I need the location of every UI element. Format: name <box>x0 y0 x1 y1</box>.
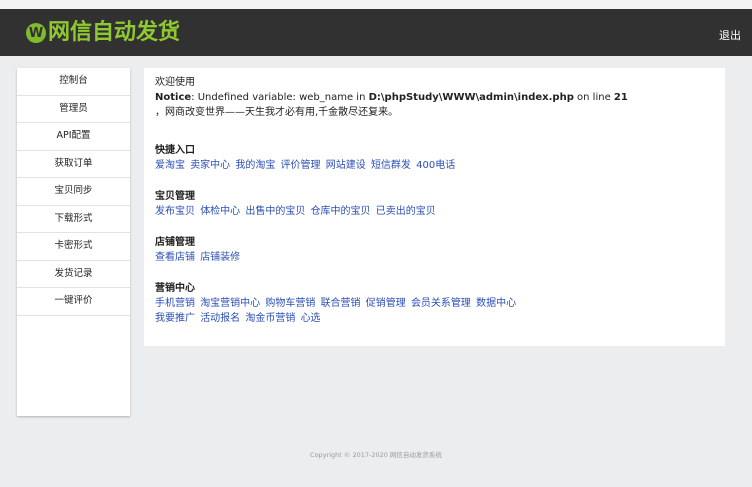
section-title: 宝贝管理 <box>155 191 195 202</box>
sidebar-item-api-config[interactable]: API配置 <box>17 123 130 151</box>
php-notice: Notice: Undefined variable: web_name in … <box>155 90 725 105</box>
link-promote[interactable]: 我要推广 <box>155 313 195 324</box>
section-quick-entry: 快捷入口 爱淘宝 卖家中心 我的淘宝 评价管理 网站建设 短信群发 400电话 <box>155 143 725 173</box>
link-taobao-marketing[interactable]: 淘宝营销中心 <box>200 298 260 309</box>
link-cart-marketing[interactable]: 购物车营销 <box>265 298 315 309</box>
link-health-center[interactable]: 体检中心 <box>200 206 240 217</box>
copyright-footer: Copyright © 2017-2020 网信自动发货系统 <box>310 451 442 459</box>
notice-path: D:\phpStudy\WWW\admin\index.php <box>368 92 574 103</box>
sidebar-item-fetch-orders[interactable]: 获取订单 <box>17 151 130 178</box>
sidebar: 控制台 管理员 API配置 获取订单 宝贝同步 下载形式 卡密形式 发货记录 一… <box>17 68 130 416</box>
section-item-manage: 宝贝管理 发布宝贝 体检中心 出售中的宝贝 仓库中的宝贝 已卖出的宝贝 <box>155 189 725 219</box>
sidebar-item-console[interactable]: 控制台 <box>17 68 130 96</box>
logout-link[interactable]: 退出 <box>719 27 741 43</box>
sidebar-item-one-click-review[interactable]: 一键评价 <box>17 288 130 316</box>
section-title: 店铺管理 <box>155 237 195 248</box>
welcome-text: 欢迎使用 <box>155 77 195 88</box>
link-taojinbi[interactable]: 淘金币营销 <box>245 313 295 324</box>
notice-line-number: 21 <box>613 92 628 103</box>
link-data-center[interactable]: 数据中心 <box>476 298 516 309</box>
logo-icon: W <box>26 23 46 43</box>
link-event-signup[interactable]: 活动报名 <box>200 313 240 324</box>
link-shop-decor[interactable]: 店铺装修 <box>200 252 240 263</box>
section-marketing: 营销中心 手机营销 淘宝营销中心 购物车营销 联合营销 促销管理 会员关系管理 … <box>155 281 725 326</box>
link-my-taobao[interactable]: 我的淘宝 <box>235 160 275 171</box>
slogan: ，网商改变世界——天生我才必有用,千金散尽还复来。 <box>155 107 399 118</box>
section-shop-manage: 店铺管理 查看店铺 店铺装修 <box>155 235 725 265</box>
site-title: 网信自动发货 <box>48 20 181 45</box>
link-seller-center[interactable]: 卖家中心 <box>190 160 230 171</box>
main-panel: 欢迎使用 Notice: Undefined variable: web_nam… <box>144 68 725 346</box>
link-view-shop[interactable]: 查看店铺 <box>155 252 195 263</box>
sidebar-item-item-sync[interactable]: 宝贝同步 <box>17 178 130 206</box>
notice-line-text: on line <box>573 92 614 103</box>
sidebar-item-admin[interactable]: 管理员 <box>17 96 130 123</box>
link-mobile-marketing[interactable]: 手机营销 <box>155 298 195 309</box>
link-review-manage[interactable]: 评价管理 <box>281 160 321 171</box>
link-publish-item[interactable]: 发布宝贝 <box>155 206 195 217</box>
header-bar: W 网信自动发货 退出 <box>0 9 752 56</box>
sidebar-item-card-mode[interactable]: 卡密形式 <box>17 233 130 261</box>
link-sms[interactable]: 短信群发 <box>371 160 411 171</box>
link-promotion[interactable]: 促销管理 <box>366 298 406 309</box>
link-in-warehouse[interactable]: 仓库中的宝贝 <box>311 206 371 217</box>
logo[interactable]: W 网信自动发货 <box>26 21 180 45</box>
sidebar-item-download-mode[interactable]: 下载形式 <box>17 206 130 233</box>
link-sold[interactable]: 已卖出的宝贝 <box>376 206 436 217</box>
notice-text: : Undefined variable: web_name in <box>191 92 369 103</box>
sidebar-item-delivery-log[interactable]: 发货记录 <box>17 261 130 288</box>
section-title: 营销中心 <box>155 283 195 294</box>
link-crm[interactable]: 会员关系管理 <box>411 298 471 309</box>
link-xinxuan[interactable]: 心选 <box>301 313 321 324</box>
top-strip <box>0 0 752 9</box>
link-ai-taobao[interactable]: 爱淘宝 <box>155 160 185 171</box>
link-on-sale[interactable]: 出售中的宝贝 <box>245 206 305 217</box>
notice-label: Notice <box>155 92 192 103</box>
link-joint-marketing[interactable]: 联合营销 <box>321 298 361 309</box>
link-site-build[interactable]: 网站建设 <box>326 160 366 171</box>
link-400-phone[interactable]: 400电话 <box>416 160 455 171</box>
section-title: 快捷入口 <box>155 145 195 156</box>
